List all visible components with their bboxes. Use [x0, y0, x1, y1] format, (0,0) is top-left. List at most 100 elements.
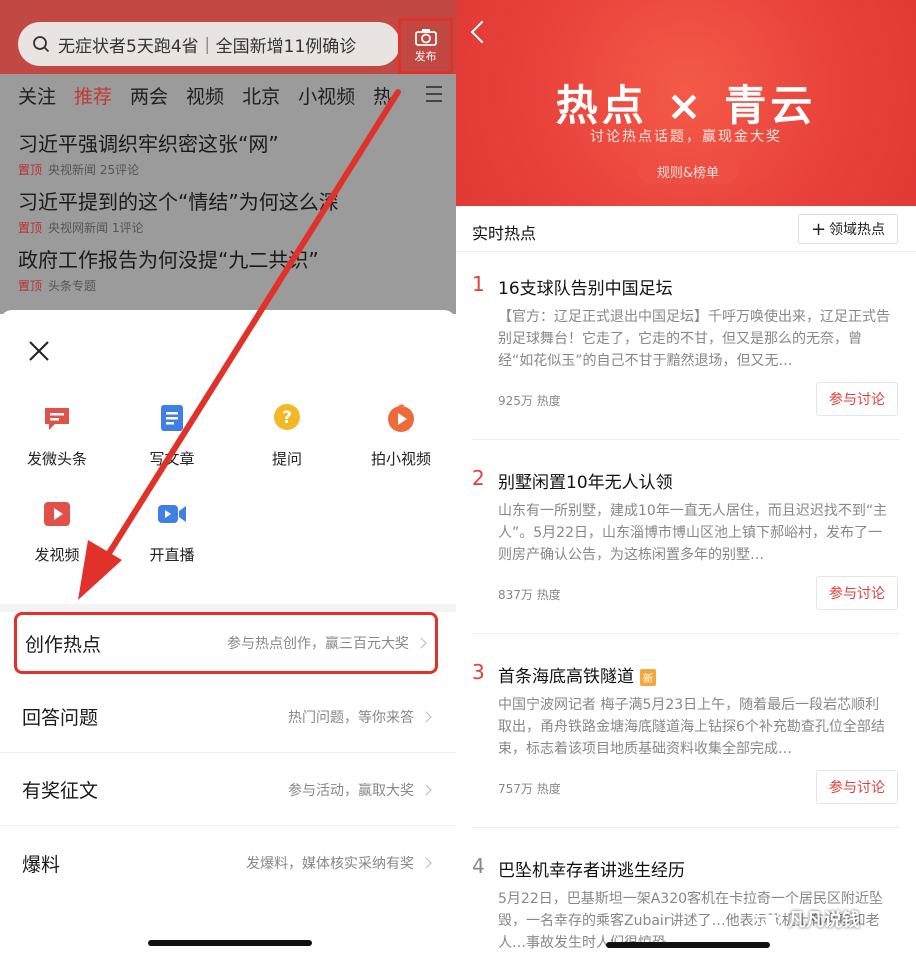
divider [472, 633, 900, 634]
row-title: 爆料 [22, 853, 61, 876]
domain-hot-button[interactable]: + 领域热点 [798, 214, 898, 244]
rules-leaderboard-button[interactable]: 规则&榜单 [638, 158, 738, 184]
grid-label: 发视频 [34, 546, 80, 564]
channel-tabs: 关注 推荐 两会 视频 北京 小视频 热 [0, 80, 456, 110]
shoot-small-video-button[interactable]: 拍小视频 [346, 402, 456, 469]
small-video-icon [388, 404, 414, 432]
live-icon [158, 505, 186, 523]
create-hot-topic-row[interactable]: 创作热点 参与热点创作，赢三百元大奖 [14, 612, 438, 674]
write-article-button[interactable]: 写文章 [117, 402, 227, 469]
news-meta: 置顶 央视新闻 25评论 [18, 161, 438, 178]
wechat-icon [756, 910, 781, 928]
pin-badge: 置顶 [18, 163, 43, 177]
weitoutiao-icon [45, 408, 69, 430]
rank-number: 2 [472, 466, 485, 490]
banner-subtitle: 讨论热点话题，赢现金大奖 [590, 129, 782, 145]
tab-small-video[interactable]: 小视频 [298, 82, 355, 109]
row-title: 有奖征文 [22, 780, 99, 802]
news-source: 央视新闻 25评论 [48, 163, 140, 177]
hot-title: 别墅闲置10年无人认领 [498, 473, 673, 493]
news-source: 头条专题 [48, 279, 97, 293]
hot-topics-banner: 热点 × 青云 讨论热点话题，赢现金大奖 规则&榜单 [456, 0, 916, 206]
grid-label: 提问 [271, 450, 302, 468]
heat-count: 757万 热度 [498, 782, 561, 796]
new-badge: 新 [640, 668, 656, 686]
tab-follow[interactable]: 关注 [18, 82, 56, 109]
news-source: 央视网新闻 1评论 [48, 221, 144, 235]
tab-beijing[interactable]: 北京 [242, 82, 280, 109]
news-meta: 置顶 头条专题 [18, 277, 438, 294]
close-icon[interactable] [28, 340, 50, 362]
home-indicator [606, 942, 770, 948]
chevron-right-icon [420, 857, 432, 869]
chevron-right-icon [420, 783, 432, 796]
row-subtitle: 发爆料，媒体核实采纳有奖 [246, 856, 414, 872]
essay-contest-row[interactable]: 有奖征文 参与活动，赢取大奖 [0, 754, 456, 826]
row-subtitle: 参与热点创作，赢三百元大奖 [227, 636, 409, 652]
join-discussion-button[interactable]: 参与讨论 [816, 770, 898, 804]
row-title: 创作热点 [25, 633, 102, 656]
publish-label: 发布 [414, 50, 437, 63]
answer-question-row[interactable]: 回答问题 热门问题，等你来答 [0, 681, 456, 753]
hot-description: 山东有一所别墅，建成10年一直无人居住，而且迟迟找不到“主人”。5月22日，山东… [498, 503, 888, 563]
menu-icon[interactable] [426, 86, 442, 102]
grid-label: 写文章 [149, 450, 195, 468]
rank-number: 1 [472, 272, 485, 296]
watermark-text: 凡凡说钱 [788, 910, 860, 931]
grid-label: 拍小视频 [370, 450, 431, 468]
join-discussion-button[interactable]: 参与讨论 [816, 382, 898, 416]
post-weitoutiao-button[interactable]: 发微头条 [2, 402, 112, 469]
hot-description: 中国宁波网记者 梅子满5月23日上午，随着最后一段岩芯顺利取出，甬舟铁路金塘海底… [498, 697, 885, 757]
plus-icon: + [810, 218, 827, 240]
chevron-right-icon [415, 637, 427, 649]
section-title: 实时热点 [472, 224, 537, 243]
tip-off-row[interactable]: 爆料 发爆料，媒体核实采纳有奖 [0, 827, 456, 899]
search-bar[interactable]: 无症状者5天跑4省｜全国新增11例确诊 [18, 22, 400, 66]
publish-button[interactable]: 发布 [398, 18, 453, 74]
heat-count: 837万 热度 [498, 588, 561, 602]
hot-title-text: 首条海底高铁隧道 [498, 667, 634, 687]
banner-title: 热点 × 青云 [555, 81, 817, 130]
row-subtitle: 热门问题，等你来答 [288, 709, 414, 726]
hot-title: 巴坠机幸存者讲逃生经历 [498, 861, 685, 881]
news-item[interactable]: 政府工作报告为何没提“九二共识” 置顶 头条专题 [18, 244, 438, 294]
join-discussion-button[interactable]: 参与讨论 [816, 576, 898, 610]
news-title: 政府工作报告为何没提“九二共识” [18, 248, 319, 272]
back-icon[interactable] [470, 20, 494, 44]
divider [472, 439, 900, 440]
post-video-button[interactable]: 发视频 [2, 498, 112, 565]
rank-number: 4 [472, 854, 485, 878]
news-title: 习近平提到的这个“情结”为何这么深 [18, 190, 339, 214]
hot-description: 【官方：辽足正式退出中国足坛】千呼万唤使出来，辽足正式告别足球舞台！它走了，它走… [498, 309, 890, 369]
camera-icon [414, 29, 437, 46]
pin-badge: 置顶 [18, 221, 43, 235]
tab-lianghui[interactable]: 两会 [130, 82, 168, 109]
search-icon [33, 36, 50, 53]
news-meta: 置顶 央视网新闻 1评论 [18, 219, 438, 236]
news-title: 习近平强调织牢织密这张“网” [18, 132, 279, 156]
watermark: 凡凡说钱 [756, 906, 860, 932]
grid-label: 发微头条 [26, 450, 87, 468]
realtime-header: 实时热点 + 领域热点 [456, 206, 916, 252]
ask-question-button[interactable]: ? 提问 [232, 402, 342, 469]
svg-text:?: ? [282, 408, 292, 428]
publish-sheet: 发微头条 写文章 ? 提问 拍小视频 发视频 开直播 创作热点 参与热点创作，赢… [0, 310, 456, 958]
news-item[interactable]: 习近平提到的这个“情结”为何这么深 置顶 央视网新闻 1评论 [18, 186, 438, 236]
pin-badge: 置顶 [18, 279, 43, 293]
chevron-right-icon [420, 710, 432, 723]
left-screenshot: 无症状者5天跑4省｜全国新增11例确诊 发布 关注 推荐 两会 视频 北京 小视… [0, 0, 456, 958]
grid-label: 开直播 [149, 546, 195, 564]
rank-number: 3 [472, 660, 485, 684]
news-item[interactable]: 习近平强调织牢织密这张“网” 置顶 央视新闻 25评论 [18, 128, 438, 178]
tab-video[interactable]: 视频 [186, 82, 224, 109]
home-indicator [148, 940, 312, 946]
video-icon [44, 502, 70, 526]
row-subtitle: 参与活动，赢取大奖 [288, 782, 414, 799]
hot-title: 16支球队告别中国足坛 [498, 279, 673, 299]
tab-recommend[interactable]: 推荐 [74, 82, 112, 109]
go-live-button[interactable]: 开直播 [117, 498, 227, 565]
row-title: 回答问题 [22, 707, 99, 729]
domain-hot-label: 领域热点 [829, 222, 886, 238]
tab-hot[interactable]: 热 [373, 82, 392, 109]
article-icon [161, 405, 183, 431]
